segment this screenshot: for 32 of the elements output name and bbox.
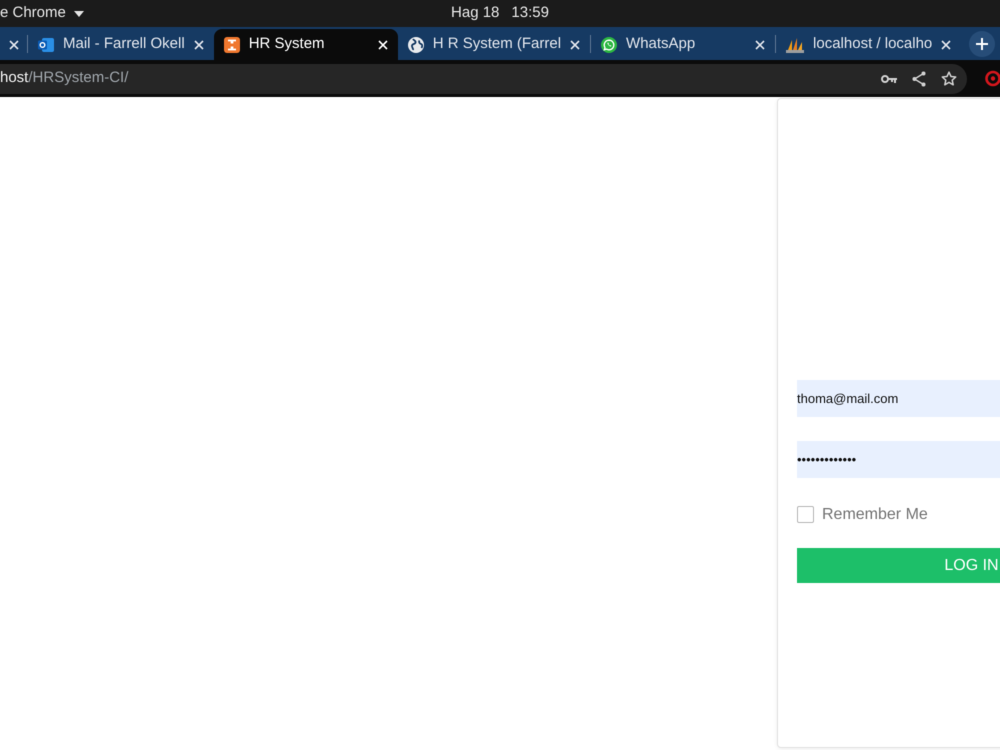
star-icon[interactable] [941, 70, 957, 86]
close-icon[interactable] [941, 40, 952, 50]
browser-tab[interactable]: HR System [214, 29, 398, 60]
browser-tab[interactable]: localhost / localho [776, 29, 962, 60]
caret-down-icon[interactable] [74, 10, 84, 16]
password-field[interactable]: ••••••••••••• [797, 441, 1000, 478]
browser-tab[interactable]: Mail - Farrell Okell [28, 29, 214, 60]
extension-icon[interactable] [983, 70, 1000, 87]
chat-phone-icon [601, 36, 618, 52]
email-field[interactable]: thoma@mail.com [797, 380, 1000, 417]
remember-me-label: Remember Me [822, 506, 928, 523]
url-host-text: host [0, 68, 28, 88]
new-tab-button[interactable] [969, 30, 996, 56]
close-icon[interactable] [9, 40, 19, 50]
remember-me-checkbox[interactable] [797, 506, 814, 523]
clock-date: Hag 18 [451, 3, 500, 24]
close-icon[interactable] [194, 40, 204, 50]
browser-tab[interactable]: WhatsApp [591, 29, 776, 60]
sail-logo-icon [786, 36, 804, 52]
app-menu-label[interactable]: e Chrome [0, 2, 66, 25]
close-icon[interactable] [570, 40, 580, 50]
app-logo-icon [224, 36, 240, 52]
key-icon[interactable] [881, 74, 897, 84]
share-icon[interactable] [912, 70, 926, 86]
globe-icon [408, 36, 424, 52]
browser-tab[interactable]: H R System (Farrel [398, 29, 590, 60]
clock-time: 13:59 [511, 3, 549, 24]
url-path-text: /HRSystem-CI/ [28, 68, 128, 88]
plus-icon [976, 38, 988, 50]
close-icon[interactable] [755, 40, 766, 50]
mail-icon [38, 36, 54, 52]
address-bar[interactable]: host/HRSystem-CI/ [0, 64, 967, 94]
